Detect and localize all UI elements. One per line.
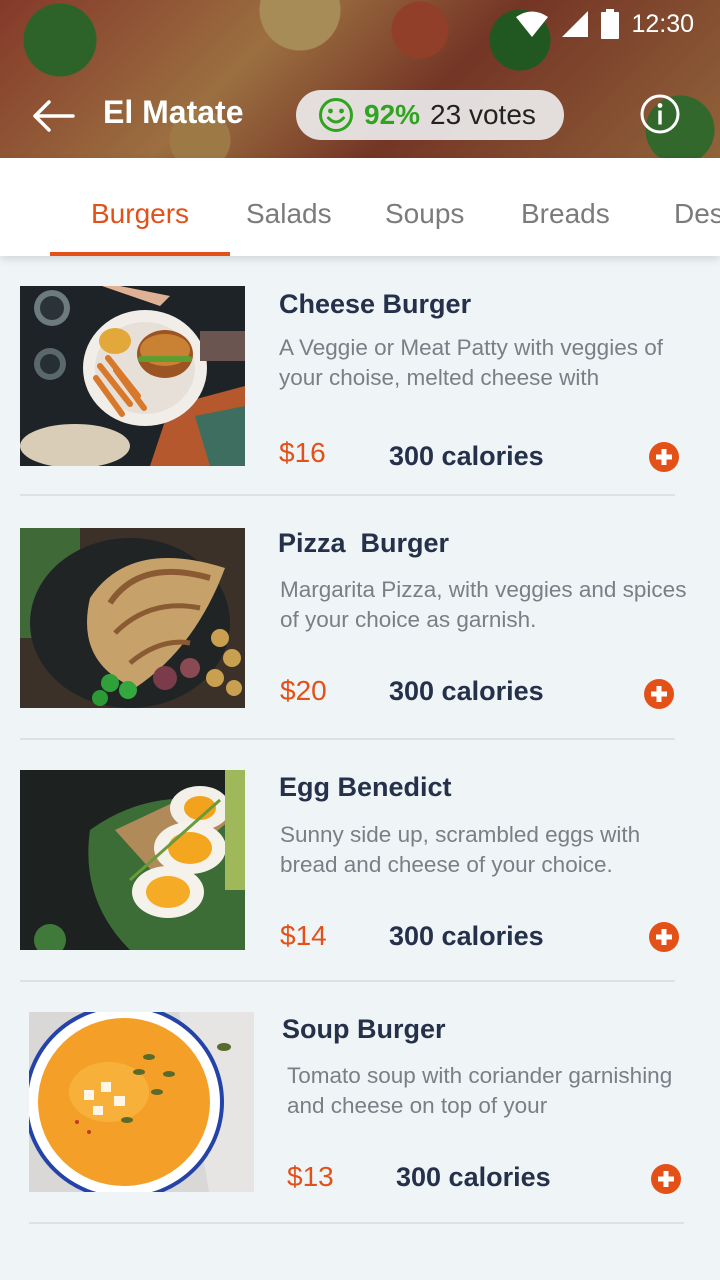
item-calories: 300 calories	[389, 676, 544, 706]
rating-percent: 92%	[364, 99, 421, 130]
category-tabs: Burgers Salads Soups Breads Des	[0, 158, 720, 256]
item-divider	[20, 738, 675, 740]
smiley-icon	[319, 98, 353, 132]
item-price: $16	[279, 437, 326, 468]
add-to-cart-icon[interactable]	[648, 441, 680, 473]
tab-burgers[interactable]: Burgers	[91, 198, 189, 230]
top-app-bar: El Matate 92% 23 votes	[0, 88, 720, 144]
soup-burger-image	[29, 1012, 254, 1192]
tab-salads[interactable]: Salads	[246, 198, 332, 230]
item-name: Egg Benedict	[279, 772, 452, 802]
restaurant-title: El Matate	[103, 94, 244, 130]
active-tab-indicator	[50, 252, 230, 256]
item-price: $20	[280, 675, 327, 706]
signal-icon	[562, 11, 589, 37]
status-bar: 12:30	[515, 8, 694, 40]
item-name: Pizza Burger	[278, 528, 450, 558]
info-button[interactable]	[639, 93, 681, 135]
rating-badge: 92% 23 votes	[296, 90, 564, 140]
item-price: $14	[280, 920, 327, 951]
item-description: Margarita Pizza, with veggies and spices…	[280, 577, 687, 632]
cheese-burger-image	[20, 286, 245, 466]
tab-desserts[interactable]: Des	[674, 198, 720, 230]
egg-benedict-image	[20, 770, 245, 950]
item-calories: 300 calories	[389, 921, 544, 951]
item-calories: 300 calories	[389, 441, 544, 471]
battery-icon	[601, 9, 620, 39]
item-name: Cheese Burger	[279, 289, 472, 319]
add-to-cart-icon[interactable]	[643, 678, 675, 710]
item-price: $13	[287, 1161, 334, 1192]
wifi-icon	[516, 11, 549, 37]
add-to-cart-icon[interactable]	[650, 1163, 682, 1195]
info-icon	[640, 94, 680, 134]
item-calories: 300 calories	[396, 1162, 551, 1192]
item-description: A Veggie or Meat Patty with veggies of y…	[279, 335, 663, 390]
status-time: 12:30	[631, 9, 694, 38]
item-divider	[20, 494, 675, 496]
rating-votes: 23 votes	[430, 99, 536, 130]
tab-soups[interactable]: Soups	[385, 198, 464, 230]
back-button[interactable]	[28, 96, 78, 136]
tab-breads[interactable]: Breads	[521, 198, 610, 230]
item-name: Soup Burger	[282, 1014, 446, 1044]
item-divider	[20, 980, 675, 982]
item-description: Sunny side up, scrambled eggs with bread…	[280, 822, 641, 877]
item-description: Tomato soup with coriander garnishing an…	[287, 1063, 673, 1118]
pizza-burger-image	[20, 528, 245, 708]
arrow-left-icon	[33, 100, 75, 132]
item-divider	[29, 1222, 684, 1224]
add-to-cart-icon[interactable]	[648, 921, 680, 953]
